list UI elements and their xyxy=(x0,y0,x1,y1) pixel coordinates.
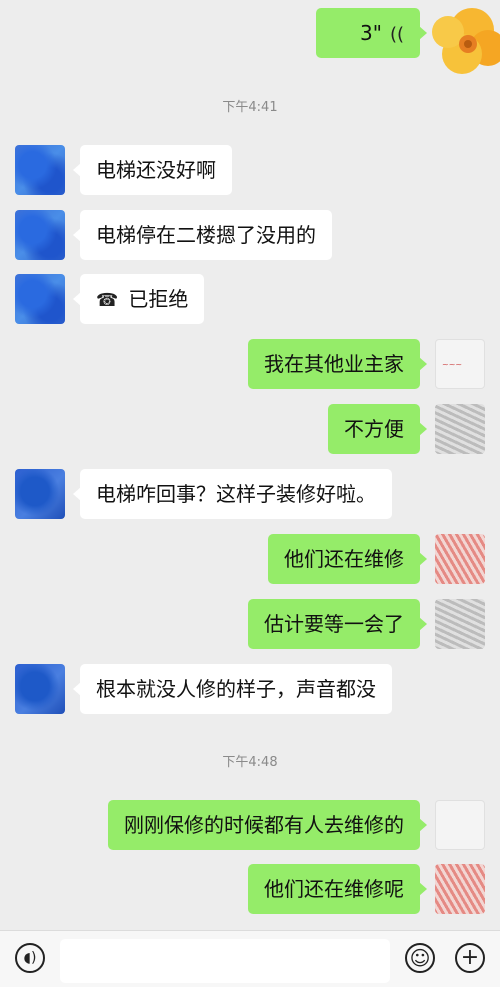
contact-avatar[interactable] xyxy=(15,664,65,714)
contact-avatar[interactable] xyxy=(15,274,65,324)
message-bubble[interactable]: 他们还在维修呢 xyxy=(248,864,427,914)
message-input[interactable] xyxy=(60,939,390,983)
message-bubble[interactable]: 估计要等一会了 xyxy=(248,599,427,649)
own-avatar[interactable] xyxy=(435,864,485,914)
message-bubble[interactable]: 电梯还没好啊 xyxy=(73,145,232,195)
own-avatar[interactable] xyxy=(435,800,485,850)
chat-area[interactable]: 3" (( 下午4:41 电梯还没好啊 电梯停在二楼摁了没用的 ☎ 已拒绝 我在其他… xyxy=(0,0,500,930)
message-bubble[interactable]: 电梯咋回事？这样子装修好啦。 xyxy=(73,469,392,519)
timestamp: 下午4:41 xyxy=(222,100,278,115)
emoji-button[interactable]: ☺ xyxy=(405,943,435,973)
voice-icon: ◖) xyxy=(23,950,37,966)
message-bubble[interactable]: 不方便 xyxy=(328,404,427,454)
call-status: 已拒绝 xyxy=(128,287,189,311)
contact-avatar[interactable] xyxy=(15,210,65,260)
own-avatar[interactable] xyxy=(435,404,485,454)
call-record-bubble[interactable]: ☎ 已拒绝 xyxy=(72,274,205,324)
phone-hangup-icon: ☎ xyxy=(96,290,119,311)
plus-icon: + xyxy=(460,945,480,970)
message-bubble[interactable]: 他们还在维修 xyxy=(268,534,427,584)
smiley-icon: ☺ xyxy=(409,946,431,970)
own-avatar[interactable]: ~~~ xyxy=(435,339,485,389)
input-toolbar: ◖) ☺ + xyxy=(0,930,500,987)
own-avatar[interactable] xyxy=(435,599,485,649)
contact-avatar[interactable] xyxy=(15,145,65,195)
message-bubble[interactable]: 刚刚保修的时候都有人去维修的 xyxy=(108,800,427,850)
voice-input-button[interactable]: ◖) xyxy=(15,943,45,973)
message-bubble[interactable]: 我在其他业主家 xyxy=(248,339,427,389)
voice-duration: 3" xyxy=(360,21,382,45)
flower-avatar[interactable] xyxy=(422,8,500,86)
voice-message-bubble[interactable]: 3" (( xyxy=(316,8,427,58)
more-button[interactable]: + xyxy=(455,943,485,973)
contact-avatar[interactable] xyxy=(15,469,65,519)
message-bubble[interactable]: 电梯停在二楼摁了没用的 xyxy=(73,210,332,260)
own-avatar[interactable] xyxy=(435,534,485,584)
message-bubble[interactable]: 根本就没人修的样子，声音都没 xyxy=(73,664,392,714)
voice-wave-icon: (( xyxy=(389,24,404,45)
timestamp: 下午4:48 xyxy=(222,755,278,770)
